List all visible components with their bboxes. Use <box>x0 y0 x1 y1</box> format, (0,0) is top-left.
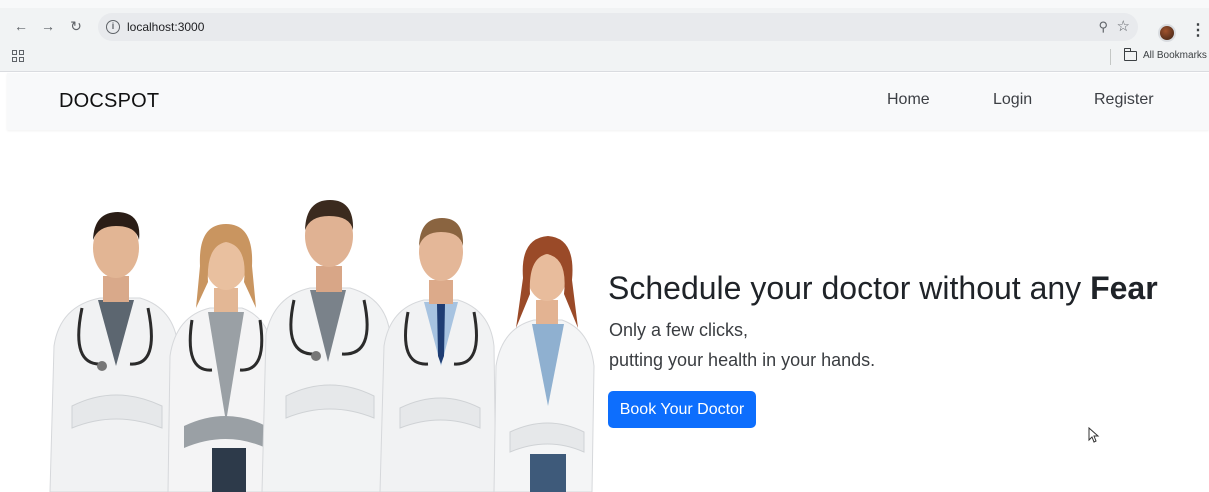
doctor-figure <box>167 224 275 492</box>
address-bar[interactable]: i localhost:3000 ⚲ ☆ <box>98 13 1138 41</box>
doctor-figure <box>379 218 497 492</box>
hero-subline-2: putting your health in your hands. <box>609 350 876 370</box>
hero-headline-text: Schedule your doctor without any <box>608 270 1091 306</box>
hero-headline-bold: Fear <box>1090 270 1158 306</box>
doctor-figure <box>493 236 595 492</box>
mouse-cursor-icon <box>1088 427 1100 443</box>
nav-link-home[interactable]: Home <box>887 91 930 109</box>
nav-link-login[interactable]: Login <box>993 91 1032 109</box>
bookmarks-bar: All Bookmarks <box>0 44 1209 72</box>
address-url[interactable]: localhost:3000 <box>127 20 204 34</box>
back-arrow-icon[interactable]: ← <box>12 17 30 35</box>
forward-arrow-icon[interactable]: → <box>39 17 57 35</box>
book-doctor-button[interactable]: Book Your Doctor <box>608 391 756 428</box>
reload-icon[interactable]: ↻ <box>67 17 85 35</box>
app-navbar: DOCSPOT Home Login Register <box>7 73 1209 130</box>
apps-grid-icon[interactable] <box>12 50 24 62</box>
site-info-icon[interactable]: i <box>106 20 120 34</box>
folder-icon[interactable] <box>1124 48 1137 61</box>
doctor-figure <box>261 200 393 492</box>
hero-headline: Schedule your doctor without any Fear <box>608 270 1158 307</box>
hero-subline-1: Only a few clicks, <box>609 320 749 340</box>
bookmarks-separator <box>1110 49 1111 65</box>
nav-link-register[interactable]: Register <box>1094 91 1154 109</box>
doctor-figure <box>49 212 183 492</box>
browser-toolbar: ← → ↻ i localhost:3000 ⚲ ☆ ⋮ <box>0 0 1209 44</box>
star-icon[interactable]: ☆ <box>1117 17 1130 35</box>
doctors-group-image <box>49 200 595 492</box>
all-bookmarks-link[interactable]: All Bookmarks <box>1143 50 1207 61</box>
menu-dots-icon[interactable]: ⋮ <box>1190 22 1206 40</box>
brand-logo[interactable]: DOCSPOT <box>59 90 159 113</box>
profile-avatar[interactable] <box>1158 24 1176 42</box>
zoom-icon[interactable]: ⚲ <box>1098 19 1108 35</box>
